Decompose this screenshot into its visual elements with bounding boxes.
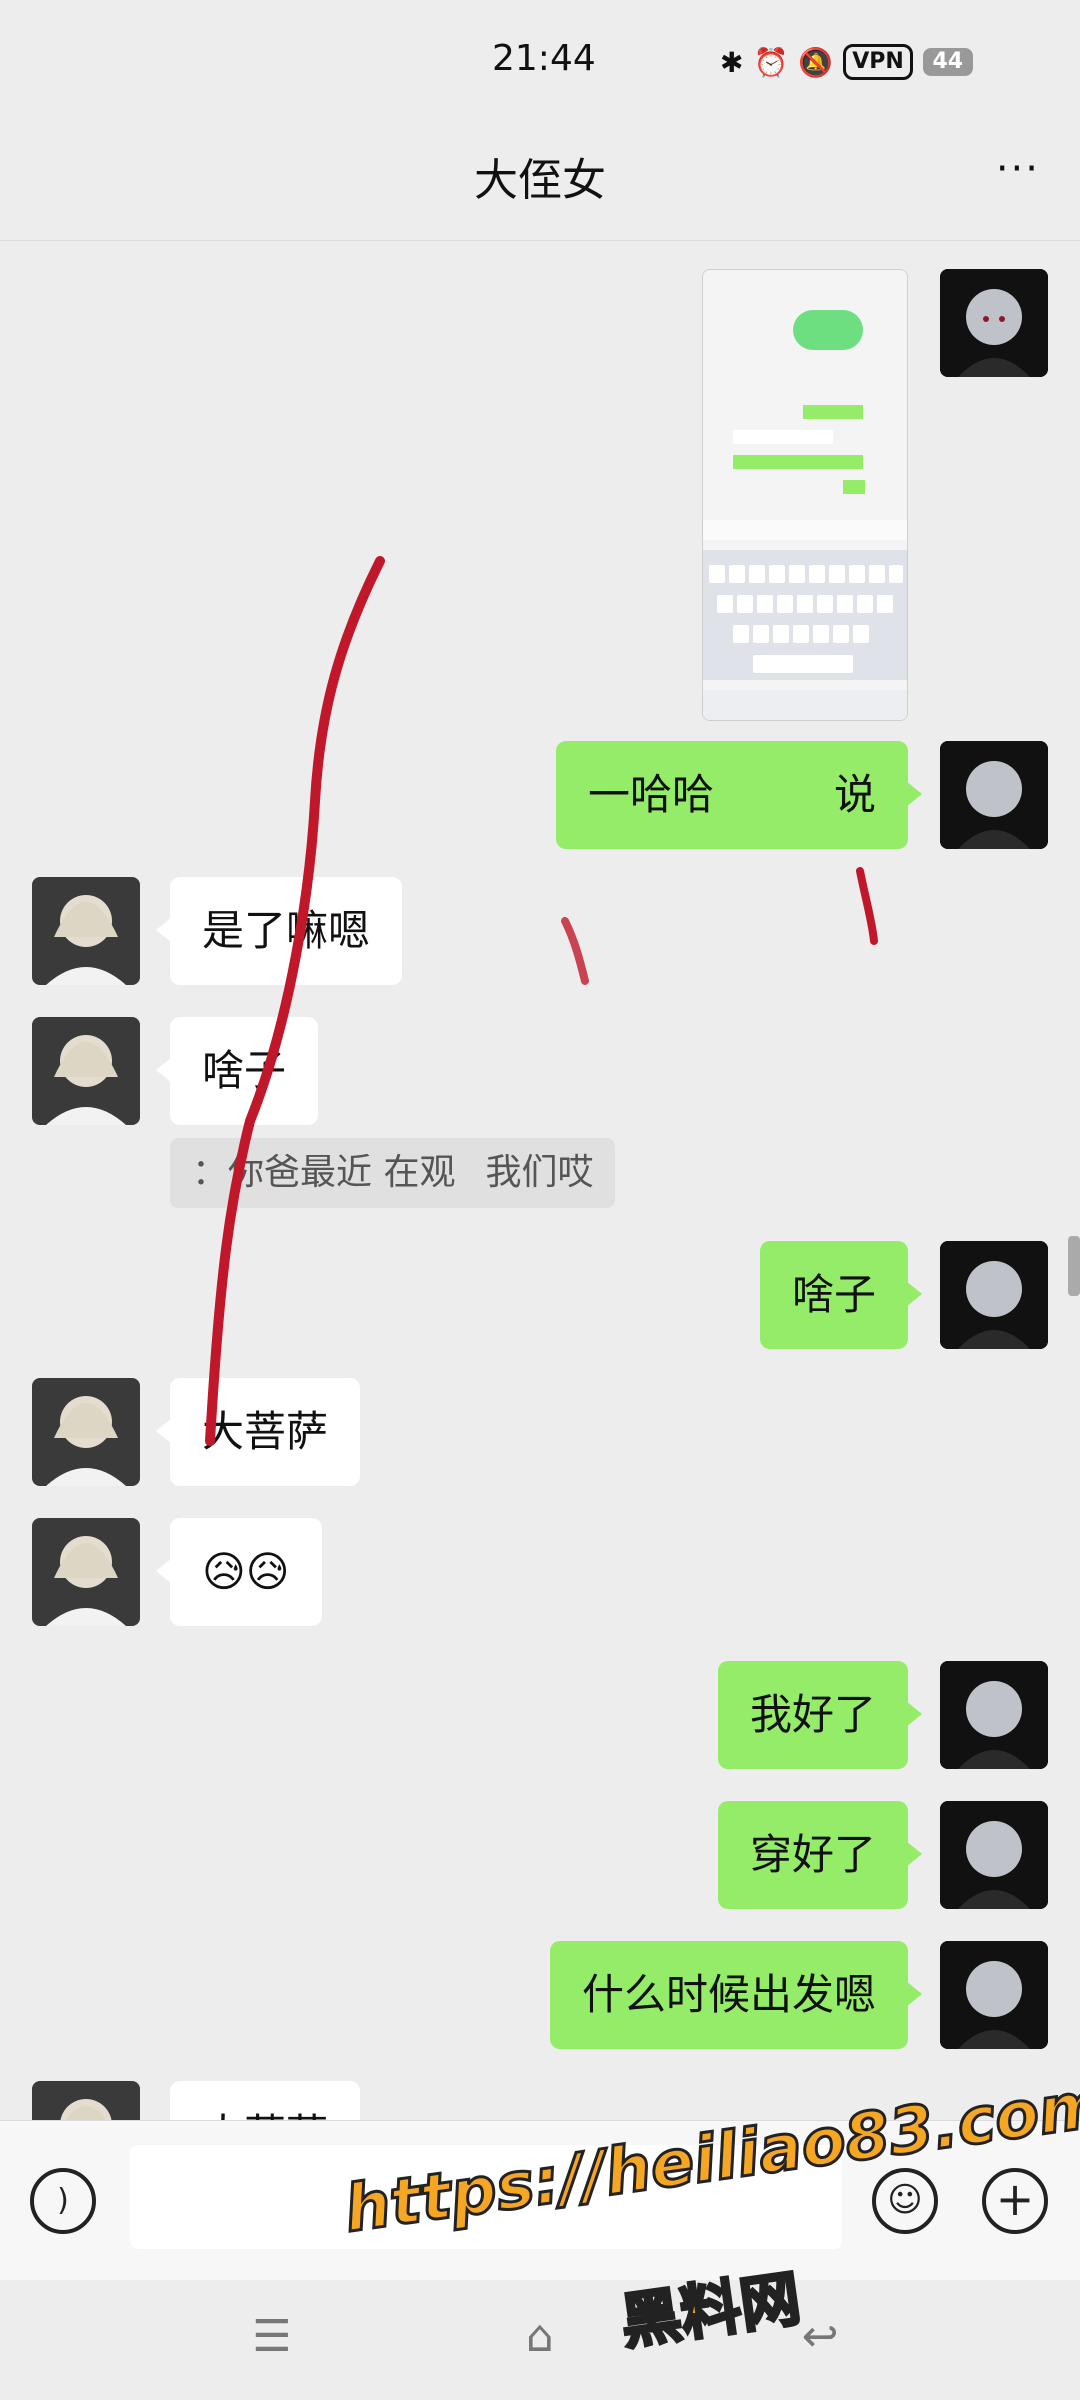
- vpn-badge: VPN: [843, 44, 913, 80]
- status-bar: 21:44 ✱ ⏰ 🔕 VPN 44: [0, 0, 1080, 120]
- status-time: 21:44: [492, 38, 596, 79]
- menu-icon[interactable]: ☰: [242, 2312, 302, 2362]
- chat-header: 大侄女 ···: [0, 120, 1080, 241]
- watermark: https://heiliao83.com 黑料网: [339, 2066, 1080, 2360]
- chat-messages[interactable]: 一哈哈说 是了嘛嗯 啥子 ：你爸最近 在观 我们哎 啥子 大菩萨 😥😥 我好了 …: [0, 241, 1080, 2121]
- red-scribble: [205, 556, 878, 1446]
- more-button[interactable]: ···: [996, 146, 1040, 192]
- bluetooth-icon: ✱: [720, 45, 744, 79]
- scrollbar[interactable]: [1068, 1236, 1080, 1296]
- chat-title: 大侄女: [474, 155, 606, 206]
- battery-icon: 44: [922, 48, 973, 76]
- voice-icon[interactable]: ): [30, 2168, 96, 2234]
- status-icons: ✱ ⏰ 🔕 VPN 44: [720, 44, 973, 80]
- alarm-icon: ⏰: [753, 45, 789, 79]
- mute-icon: 🔕: [798, 45, 834, 79]
